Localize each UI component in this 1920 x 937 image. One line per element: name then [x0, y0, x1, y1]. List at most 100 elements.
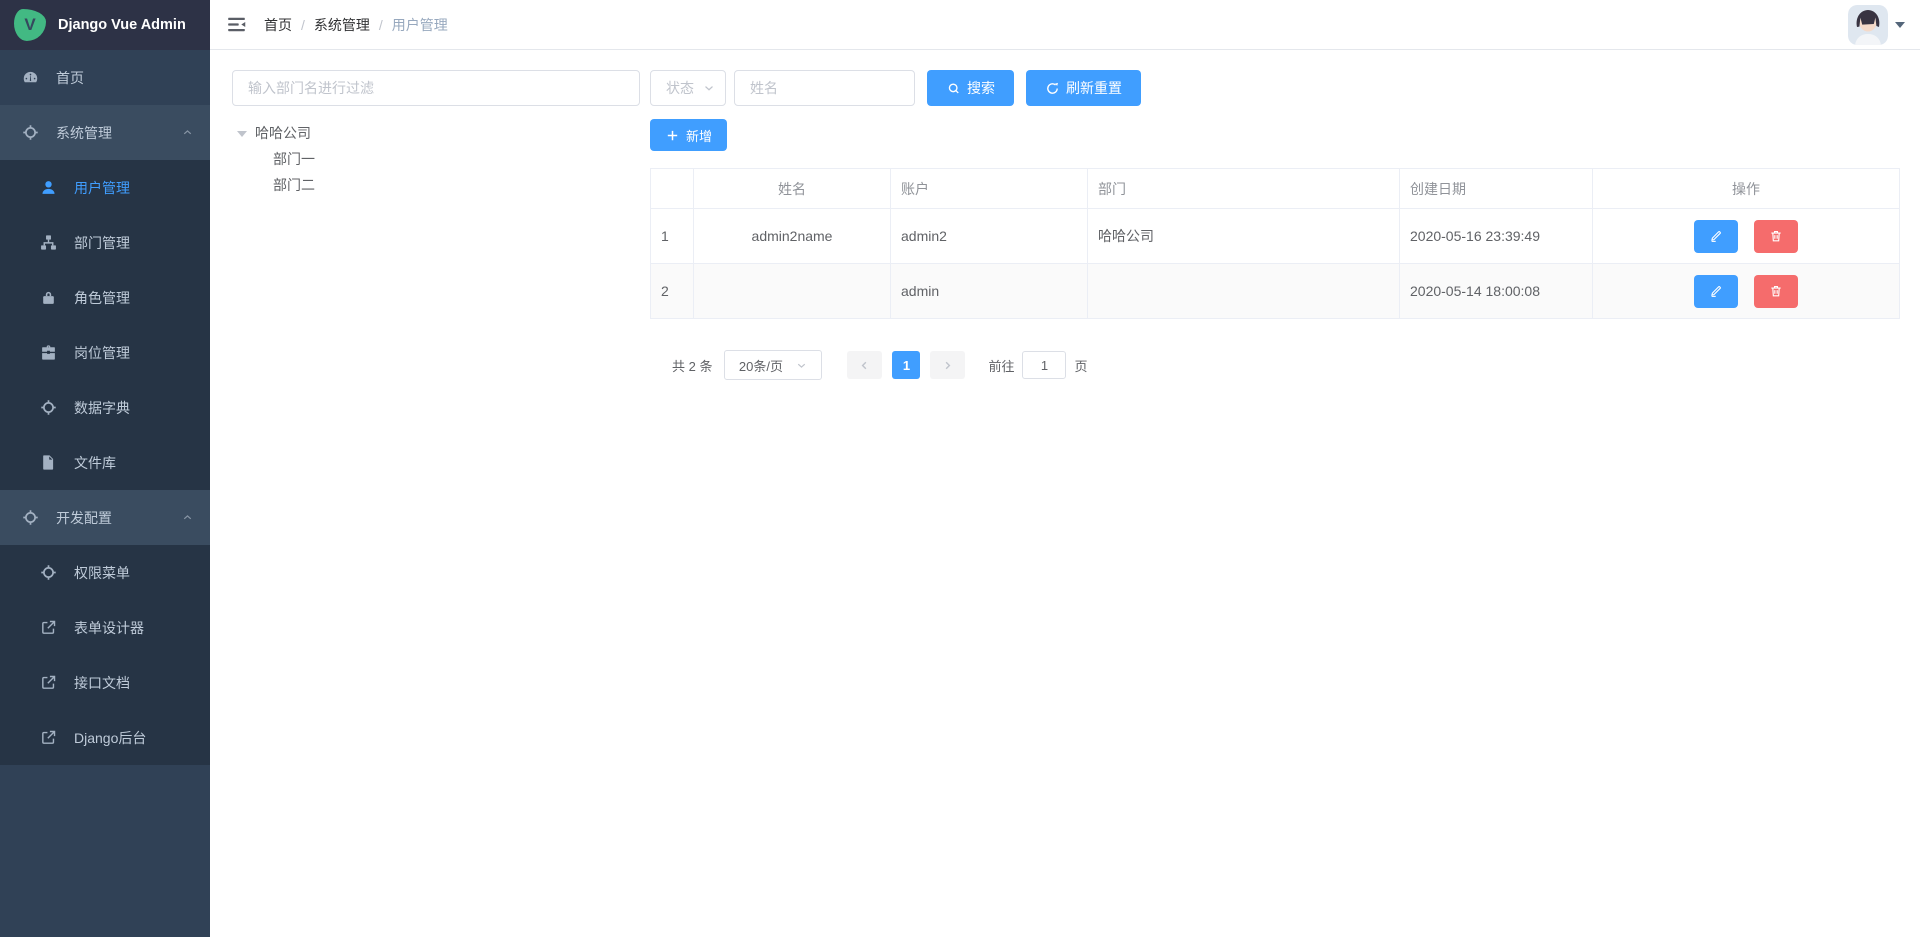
next-page-button[interactable] — [930, 351, 965, 379]
status-select-placeholder: 状态 — [666, 78, 694, 98]
search-icon — [946, 81, 961, 96]
sidebar-fold-icon[interactable] — [226, 14, 247, 35]
page-number-1[interactable]: 1 — [892, 351, 920, 379]
app-title: Django Vue Admin — [58, 17, 186, 33]
breadcrumb-home[interactable]: 首页 — [264, 15, 292, 35]
sidebar-item-api-docs[interactable]: 接口文档 — [0, 655, 210, 710]
sidebar-item-label: 角色管理 — [74, 288, 130, 308]
sidebar: V Django Vue Admin 首页 系统管理 用户管理 部门 — [0, 0, 210, 937]
cell-index: 2 — [651, 264, 694, 319]
department-panel: 哈哈公司 部门一 部门二 — [232, 70, 640, 198]
page-size-value: 20条/页 — [739, 356, 783, 375]
sidebar-item-dictionary[interactable]: 数据字典 — [0, 380, 210, 435]
top-navbar: 首页 / 系统管理 / 用户管理 — [210, 0, 1920, 50]
cell-name — [694, 264, 891, 319]
sidebar-item-roles[interactable]: 角色管理 — [0, 270, 210, 325]
refresh-reset-button[interactable]: 刷新重置 — [1026, 70, 1141, 106]
external-link-icon — [40, 619, 57, 636]
document-icon — [40, 454, 57, 471]
department-filter-input[interactable] — [232, 70, 640, 106]
refresh-reset-button-label: 刷新重置 — [1066, 78, 1122, 98]
sidebar-item-files[interactable]: 文件库 — [0, 435, 210, 490]
trash-icon — [1769, 284, 1783, 298]
table-row: 2 admin 2020-05-14 18:00:08 — [651, 264, 1900, 319]
sidebar-item-label: 岗位管理 — [74, 343, 130, 363]
sidebar-item-label: 部门管理 — [74, 233, 130, 253]
sidebar-item-home[interactable]: 首页 — [0, 50, 210, 105]
breadcrumb-separator: / — [379, 17, 383, 33]
pagination: 共 2 条 20条/页 1 前往 页 — [672, 350, 1900, 380]
tree-node-label: 部门一 — [273, 149, 315, 169]
external-link-icon — [40, 674, 57, 691]
component-icon — [40, 399, 57, 416]
chevron-right-icon — [941, 359, 954, 372]
sidebar-item-django-admin[interactable]: Django后台 — [0, 710, 210, 765]
search-button[interactable]: 搜索 — [927, 70, 1014, 106]
name-search-input[interactable] — [734, 70, 915, 106]
refresh-icon — [1045, 81, 1060, 96]
add-user-button[interactable]: 新增 — [650, 119, 727, 151]
tree-node-company[interactable]: 哈哈公司 — [232, 120, 640, 146]
col-created: 创建日期 — [1400, 169, 1593, 209]
cell-created: 2020-05-14 18:00:08 — [1400, 264, 1593, 319]
sidebar-item-permission-menu[interactable]: 权限菜单 — [0, 545, 210, 600]
sidebar-group-system[interactable]: 系统管理 — [0, 105, 210, 160]
edit-button[interactable] — [1694, 220, 1738, 253]
chevron-up-icon — [181, 126, 194, 139]
add-user-button-label: 新增 — [686, 126, 712, 145]
goto-page-group: 前往 页 — [988, 351, 1087, 379]
page-size-select[interactable]: 20条/页 — [724, 350, 822, 380]
sidebar-item-label: 表单设计器 — [74, 618, 144, 638]
tree-node-label: 哈哈公司 — [255, 123, 311, 143]
pencil-icon — [1709, 229, 1723, 243]
goto-page-input[interactable] — [1022, 351, 1066, 379]
cell-account: admin2 — [891, 209, 1088, 264]
external-link-icon — [40, 729, 57, 746]
status-select[interactable]: 状态 — [650, 70, 726, 106]
main-area: 首页 / 系统管理 / 用户管理 — [210, 0, 1920, 937]
cell-account: admin — [891, 264, 1088, 319]
sidebar-item-label: 首页 — [56, 68, 84, 88]
cell-actions — [1593, 264, 1900, 319]
logo-v-icon: V — [14, 9, 46, 41]
department-tree: 哈哈公司 部门一 部门二 — [232, 120, 640, 198]
goto-label: 前往 — [988, 356, 1014, 375]
sidebar-group-dev[interactable]: 开发配置 — [0, 490, 210, 545]
sidebar-item-label: 文件库 — [74, 453, 116, 473]
tree-node-label: 部门二 — [273, 175, 315, 195]
col-department: 部门 — [1088, 169, 1400, 209]
table-row: 1 admin2name admin2 哈哈公司 2020-05-16 23:3… — [651, 209, 1900, 264]
table-actions-row: 新增 — [650, 119, 1900, 151]
search-button-label: 搜索 — [967, 78, 995, 98]
breadcrumb-system[interactable]: 系统管理 — [314, 15, 370, 35]
sidebar-item-users[interactable]: 用户管理 — [0, 160, 210, 215]
app-root: V Django Vue Admin 首页 系统管理 用户管理 部门 — [0, 0, 1920, 937]
app-logo[interactable]: V Django Vue Admin — [0, 0, 210, 50]
component-icon — [40, 564, 57, 581]
tree-node-dept2[interactable]: 部门二 — [232, 172, 640, 198]
delete-button[interactable] — [1754, 275, 1798, 308]
sidebar-item-positions[interactable]: 岗位管理 — [0, 325, 210, 380]
sidebar-item-departments[interactable]: 部门管理 — [0, 215, 210, 270]
user-dropdown[interactable] — [1848, 5, 1905, 45]
sidebar-item-label: 数据字典 — [74, 398, 130, 418]
cell-name: admin2name — [694, 209, 891, 264]
edit-button[interactable] — [1694, 275, 1738, 308]
page-content: 哈哈公司 部门一 部门二 状态 — [210, 50, 1920, 937]
sidebar-item-label: 权限菜单 — [74, 563, 130, 583]
component-icon — [22, 509, 39, 526]
col-name: 姓名 — [694, 169, 891, 209]
sidebar-item-form-designer[interactable]: 表单设计器 — [0, 600, 210, 655]
sidebar-submenu-dev: 权限菜单 表单设计器 接口文档 Django后台 — [0, 545, 210, 765]
delete-button[interactable] — [1754, 220, 1798, 253]
sidebar-group-label: 开发配置 — [56, 508, 112, 528]
chevron-down-icon — [702, 81, 716, 95]
cell-index: 1 — [651, 209, 694, 264]
dashboard-icon — [22, 69, 39, 86]
chevron-left-icon — [858, 359, 871, 372]
prev-page-button[interactable] — [847, 351, 882, 379]
pencil-icon — [1709, 284, 1723, 298]
cell-created: 2020-05-16 23:39:49 — [1400, 209, 1593, 264]
caret-down-icon — [237, 131, 247, 142]
tree-node-dept1[interactable]: 部门一 — [232, 146, 640, 172]
